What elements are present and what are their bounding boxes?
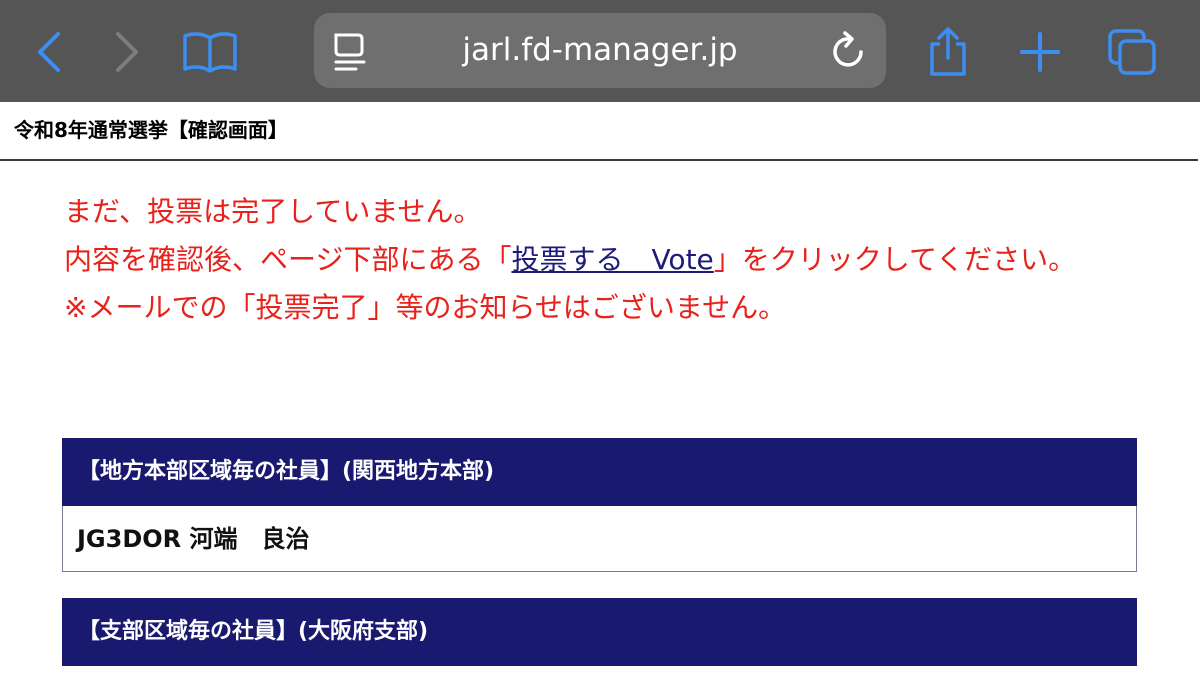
reader-button[interactable]: [332, 31, 368, 75]
vote-notice: まだ、投票は完了していません。 内容を確認後、ページ下部にある「投票する Vot…: [64, 188, 1144, 332]
web-page: 令和8年通常選挙【確認画面】 まだ、投票は完了していません。 内容を確認後、ペー…: [0, 102, 1200, 675]
reader-icon: [334, 33, 366, 71]
forward-icon: [116, 32, 138, 72]
url-text[interactable]: jarl.fd-manager.jp: [394, 13, 806, 88]
address-bar[interactable]: jarl.fd-manager.jp: [314, 13, 886, 88]
page-title: 令和8年通常選挙【確認画面】: [14, 118, 288, 142]
notice-line-3: ※メールでの「投票完了」等のお知らせはございません。: [64, 291, 787, 324]
notice-line-2-after: 」をクリックしてください。: [713, 243, 1077, 276]
section-regional: 【地方本部区域毎の社員】(関西地方本部) JG3DOR 河端 良治: [62, 438, 1137, 572]
new-tab-button[interactable]: [1012, 24, 1068, 80]
reload-icon: [833, 31, 863, 67]
browser-toolbar: jarl.fd-manager.jp: [0, 0, 1200, 102]
notice-line-1: まだ、投票は完了していません。: [64, 195, 482, 228]
vote-link[interactable]: 投票する Vote: [511, 243, 713, 276]
section-branch: 【支部区域毎の社員】(大阪府支部): [62, 598, 1137, 666]
share-icon: [930, 27, 966, 76]
forward-button[interactable]: [98, 24, 154, 80]
bookmarks-button[interactable]: [182, 24, 238, 80]
share-button[interactable]: [920, 24, 976, 80]
new-tab-icon: [1020, 32, 1060, 72]
notice-line-2: 内容を確認後、ページ下部にある「投票する Vote」をクリックしてください。: [64, 236, 1144, 284]
title-divider: [0, 159, 1198, 161]
section-value: JG3DOR 河端 良治: [62, 506, 1137, 572]
back-button[interactable]: [22, 24, 78, 80]
section-header: 【支部区域毎の社員】(大阪府支部): [62, 598, 1137, 666]
reload-button[interactable]: [828, 30, 868, 76]
notice-line-2-before: 内容を確認後、ページ下部にある「: [64, 243, 512, 276]
bookmarks-icon: [183, 32, 237, 73]
back-icon: [38, 32, 60, 72]
tabs-icon: [1108, 29, 1156, 75]
tabs-button[interactable]: [1104, 24, 1160, 80]
section-header: 【地方本部区域毎の社員】(関西地方本部): [62, 438, 1137, 506]
